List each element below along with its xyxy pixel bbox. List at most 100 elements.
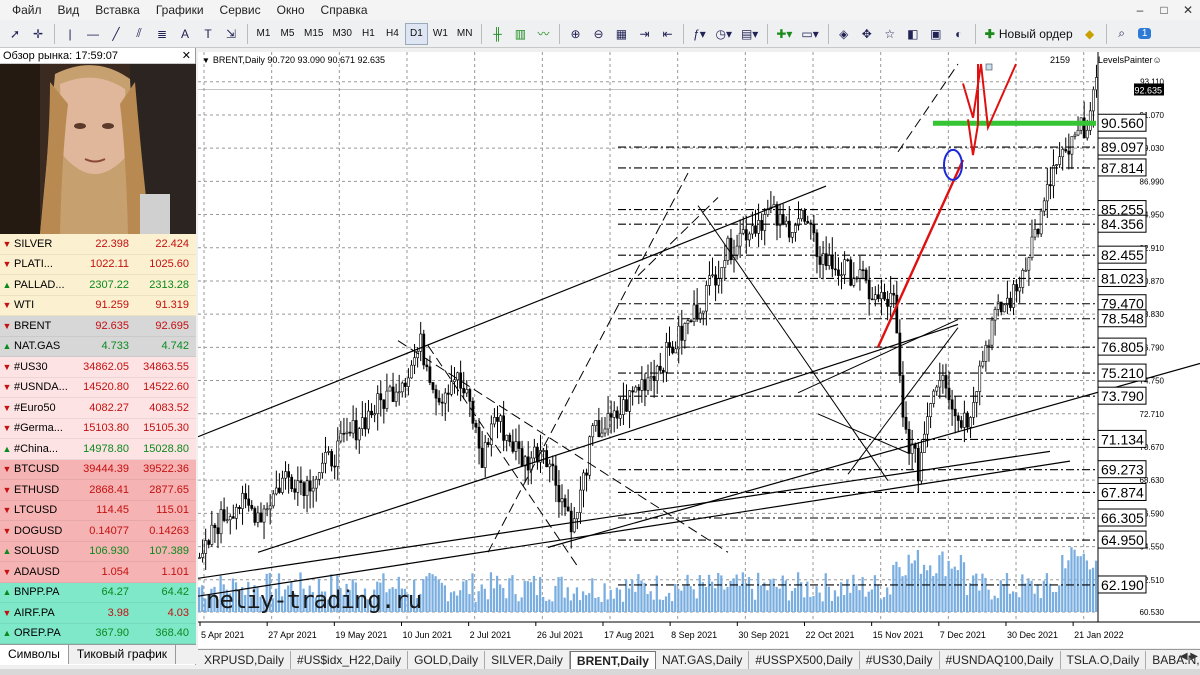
volume-bar <box>689 586 692 612</box>
symbol-row[interactable]: ▼ PLATI... 1022.11 1025.60 <box>0 254 196 275</box>
new-order-button[interactable]: ✚ Новый ордер <box>980 23 1078 45</box>
symbol-row[interactable]: ▼ BRENT 92.635 92.695 <box>0 316 196 337</box>
fibonacci-icon[interactable]: ≣ <box>151 23 173 45</box>
chart-tab[interactable]: BRENT,Daily <box>569 650 656 669</box>
market-watch-icon[interactable]: ☆ <box>879 23 901 45</box>
timeframe-h4[interactable]: H4 <box>381 23 404 45</box>
chart-window[interactable]: 93.110 91.070 89.030 86.990 84.950 82.910 80.8… <box>198 52 1200 648</box>
timeframe-m15[interactable]: M15 <box>300 23 327 45</box>
crosshair-icon[interactable]: ✛ <box>27 23 49 45</box>
symbol-row[interactable]: ▼ #Germa... 15103.80 15105.30 <box>0 418 196 439</box>
symbol-row[interactable]: ▼ SILVER 22.398 22.424 <box>0 234 196 255</box>
bar-chart-icon[interactable]: ╫ <box>486 23 508 45</box>
timeframe-m5[interactable]: M5 <box>276 23 299 45</box>
candle-body <box>892 292 896 296</box>
symbol-row[interactable]: ▲ NAT.GAS 4.733 4.742 <box>0 336 196 357</box>
horizontal-line-icon[interactable]: — <box>82 23 104 45</box>
menu-item-5[interactable]: Окно <box>269 3 313 17</box>
chart-tab[interactable]: #US30,Daily <box>860 650 940 669</box>
menu-item-2[interactable]: Вставка <box>87 3 148 17</box>
menu-item-1[interactable]: Вид <box>50 3 88 17</box>
symbol-row[interactable]: ▼ AIRF.PA 3.98 4.03 <box>0 603 196 624</box>
symbol-row[interactable]: ▼ ETHUSD 2868.41 2877.65 <box>0 480 196 501</box>
symbol-row[interactable]: ▼ DOGUSD 0.14077 0.14263 <box>0 521 196 542</box>
arrows-icon[interactable]: ⇲ <box>220 23 242 45</box>
menu-item-6[interactable]: Справка <box>313 3 376 17</box>
text-icon[interactable]: A <box>174 23 196 45</box>
date-tick-label: 15 Nov 2021 <box>873 630 924 640</box>
candle-body <box>575 512 579 520</box>
chart-tab[interactable]: #US$idx_H22,Daily <box>291 650 409 669</box>
zoom-in-icon[interactable]: ⊕ <box>564 23 586 45</box>
data-window-icon[interactable]: ◧ <box>902 23 924 45</box>
indicators-icon[interactable]: ƒ▾ <box>688 23 710 45</box>
symbol-row[interactable]: ▲ #China... 14978.80 15028.80 <box>0 439 196 460</box>
volume-bar <box>978 590 981 612</box>
maximize-button[interactable]: □ <box>1152 0 1176 20</box>
chart-tab[interactable]: #USSPX500,Daily <box>749 650 860 669</box>
symbol-row[interactable]: ▼ #USNDA... 14520.80 14522.60 <box>0 377 196 398</box>
strategy-tester-icon[interactable]: ▣ <box>925 23 947 45</box>
label-icon[interactable]: T <box>197 23 219 45</box>
timeframe-m1[interactable]: M1 <box>252 23 275 45</box>
volume-bar <box>889 594 892 612</box>
zoom-out-icon[interactable]: ⊖ <box>587 23 609 45</box>
timeframe-h1[interactable]: H1 <box>357 23 380 45</box>
terminal-icon[interactable]: ✥ <box>856 23 878 45</box>
symbol-row[interactable]: ▲ BNPP.PA 64.27 64.42 <box>0 582 196 603</box>
editor-icon[interactable]: ◐ <box>948 23 970 45</box>
chart-tab[interactable]: NAT.GAS,Daily <box>656 650 750 669</box>
status-bar <box>0 669 1200 675</box>
chart-shift-icon[interactable]: ⇤ <box>656 23 678 45</box>
price-chart[interactable]: 93.11091.07089.03086.99084.95082.91080.8… <box>198 52 1200 648</box>
new-chart-icon[interactable]: ✚▾ <box>772 23 796 45</box>
menu-item-0[interactable]: Файл <box>4 3 50 17</box>
templates-icon[interactable]: ▤▾ <box>737 23 762 45</box>
volume-bar <box>661 599 665 612</box>
chart-tab[interactable]: TSLA.O,Daily <box>1061 650 1147 669</box>
chart-tab[interactable]: #USNDAQ100,Daily <box>940 650 1061 669</box>
tab-tick-chart[interactable]: Тиковый график <box>69 645 177 664</box>
timeframe-mn[interactable]: MN <box>453 23 477 45</box>
symbol-row[interactable]: ▼ BTCUSD 39444.39 39522.36 <box>0 459 196 480</box>
symbol-row[interactable]: ▼ LTCUSD 114.45 115.01 <box>0 500 196 521</box>
autotrading-icon[interactable]: ◆ <box>1079 23 1101 45</box>
minimize-button[interactable]: – <box>1128 0 1152 20</box>
menu-item-4[interactable]: Сервис <box>212 3 269 17</box>
profiles-icon[interactable]: ▭▾ <box>797 23 822 45</box>
tile-windows-icon[interactable]: ▦ <box>610 23 632 45</box>
close-button[interactable]: ✕ <box>1176 0 1200 20</box>
candles-icon[interactable]: ▥ <box>509 23 531 45</box>
autoscroll-icon[interactable]: ⇥ <box>633 23 655 45</box>
channel-icon[interactable]: ⫽ <box>128 23 150 45</box>
close-icon[interactable]: ✕ <box>182 48 191 64</box>
periods-icon[interactable]: ◷▾ <box>711 23 736 45</box>
symbol-ask: 107.389 <box>149 545 189 558</box>
level-label: 64.950 <box>1101 532 1144 548</box>
symbol-row[interactable]: ▼ WTI 91.259 91.319 <box>0 295 196 316</box>
navigator-icon[interactable]: ◈ <box>833 23 855 45</box>
vertical-line-icon[interactable]: | <box>59 23 81 45</box>
candle-body <box>235 507 238 519</box>
candle-body <box>757 220 760 234</box>
symbol-row[interactable]: ▼ #Euro50 4082.27 4083.52 <box>0 398 196 419</box>
chart-tab[interactable]: SILVER,Daily <box>485 650 570 669</box>
timeframe-w1[interactable]: W1 <box>429 23 452 45</box>
tab-symbols[interactable]: Символы <box>0 645 69 664</box>
timeframe-d1[interactable]: D1 <box>404 22 428 45</box>
chart-tab[interactable]: XRPUSD,Daily <box>198 650 292 669</box>
symbol-row[interactable]: ▲ SOLUSD 106.930 107.389 <box>0 541 196 562</box>
notification-button[interactable]: 1 <box>1134 23 1156 45</box>
chart-tab[interactable]: GOLD,Daily <box>408 650 486 669</box>
symbol-row[interactable]: ▼ #US30 34862.05 34863.55 <box>0 357 196 378</box>
menu-item-3[interactable]: Графики <box>148 3 212 17</box>
timeframe-m30[interactable]: M30 <box>328 23 355 45</box>
tab-scroll-arrows[interactable]: ◀ ▶ <box>1180 651 1198 662</box>
line-chart-icon[interactable]: 〰 <box>532 23 554 45</box>
cursor-icon[interactable]: ➚ <box>4 23 26 45</box>
search-icon[interactable]: ⌕ <box>1111 23 1133 45</box>
trendline-icon[interactable]: ╱ <box>105 23 127 45</box>
symbol-row[interactable]: ▲ OREP.PA 367.90 368.40 <box>0 623 196 644</box>
symbol-row[interactable]: ▼ ADAUSD 1.054 1.101 <box>0 562 196 583</box>
symbol-row[interactable]: ▲ PALLAD... 2307.22 2313.28 <box>0 275 196 296</box>
